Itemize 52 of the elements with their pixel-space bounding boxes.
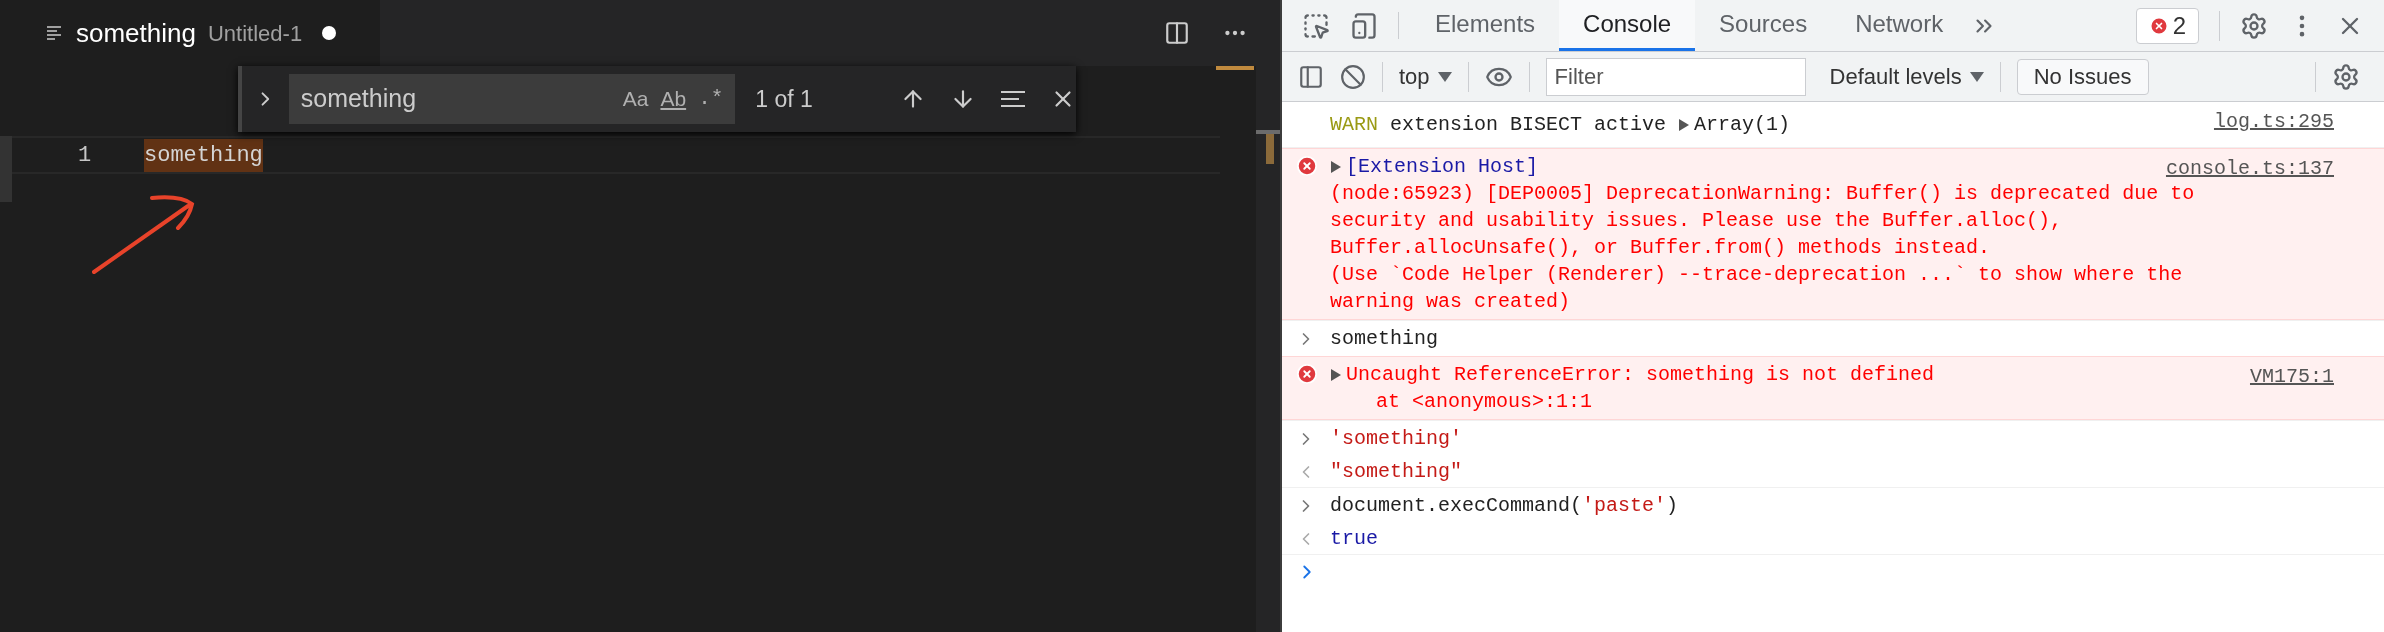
issues-button[interactable]: No Issues — [2016, 58, 2149, 95]
error-icon — [1296, 155, 1318, 177]
inspect-icon[interactable] — [1302, 11, 1330, 40]
match-count: 1 of 1 — [755, 84, 814, 114]
stack-trace: at <anonymous>:1:1 — [1376, 389, 1593, 415]
overview-marker — [1216, 66, 1254, 70]
filter-field[interactable]: Filter — [1545, 57, 1806, 96]
panel-tab[interactable]: Sources — [1695, 0, 1832, 51]
error-title: Uncaught ReferenceError: something is not defined — [1346, 362, 1935, 388]
search-option[interactable]: .* — [698, 83, 724, 115]
caret-icon — [1969, 71, 1984, 82]
levels-dropdown[interactable]: Default levels — [1829, 60, 1984, 93]
context-dropdown[interactable]: top — [1399, 60, 1452, 93]
error-icon — [1296, 363, 1318, 385]
search-field[interactable]: something Aa Ab .* — [288, 74, 736, 124]
expand-triangle-icon[interactable] — [1330, 159, 1342, 174]
command-text: 'something' — [1330, 426, 1463, 452]
lines-icon[interactable] — [1000, 89, 1026, 109]
clear-console-icon[interactable] — [1340, 63, 1366, 90]
lines-icon — [46, 25, 64, 41]
caret-icon — [1437, 71, 1452, 82]
split-editor-icon[interactable] — [1164, 20, 1190, 46]
warn-label: WARN — [1330, 112, 1378, 138]
result-text: "something" — [1330, 459, 1463, 485]
panel-tab[interactable]: Console — [1559, 0, 1696, 51]
sidebar-toggle-icon[interactable] — [1298, 63, 1324, 90]
command-text: something — [1330, 326, 1439, 352]
result-text: true — [1330, 526, 1378, 552]
scrollbar[interactable] — [1256, 66, 1280, 632]
error-title[interactable]: [Extension Host] — [1346, 153, 1539, 180]
source-link[interactable]: console.ts:137 — [2165, 155, 2334, 182]
command-text: document.execCommand('paste') — [1330, 493, 1679, 519]
device-icon[interactable] — [1350, 11, 1378, 40]
error-message: (node:65923) [DEP0005] DeprecationWarning: Buffer() is deprecated due to security and usability issues. Please use the Buffer.alloc(), Buffer.allocUnsafe(), or Buffer.from() methods instead. (Use `Code Helper (Renderer) --trace-deprecation ...` to show where the warning was created) — [1330, 181, 2195, 315]
source-link[interactable]: VM175:1 — [2250, 363, 2334, 390]
search-option[interactable]: Aa — [622, 83, 649, 115]
console-settings-icon[interactable] — [2332, 62, 2360, 91]
tab-title: something — [76, 16, 196, 50]
log-text: extension BISECT active — [1390, 112, 1667, 138]
object-preview[interactable]: Array(1) — [1694, 111, 1791, 138]
editor-tab[interactable]: something Untitled-1 — [0, 0, 380, 66]
line-number: 1 — [78, 141, 93, 170]
panel-tab[interactable]: Elements — [1411, 0, 1560, 51]
error-count-badge[interactable]: 2 — [2135, 7, 2199, 44]
source-link[interactable]: log.ts:295 — [2213, 108, 2334, 135]
search-option[interactable]: Ab — [660, 83, 687, 115]
settings-icon[interactable] — [2240, 11, 2268, 40]
panel-tab[interactable]: Network — [1831, 0, 1968, 51]
expand-triangle-icon[interactable] — [1330, 367, 1342, 382]
tab-subtitle: Untitled-1 — [207, 19, 303, 48]
code-text: something — [144, 138, 263, 172]
expand-triangle-icon[interactable] — [1678, 117, 1691, 132]
